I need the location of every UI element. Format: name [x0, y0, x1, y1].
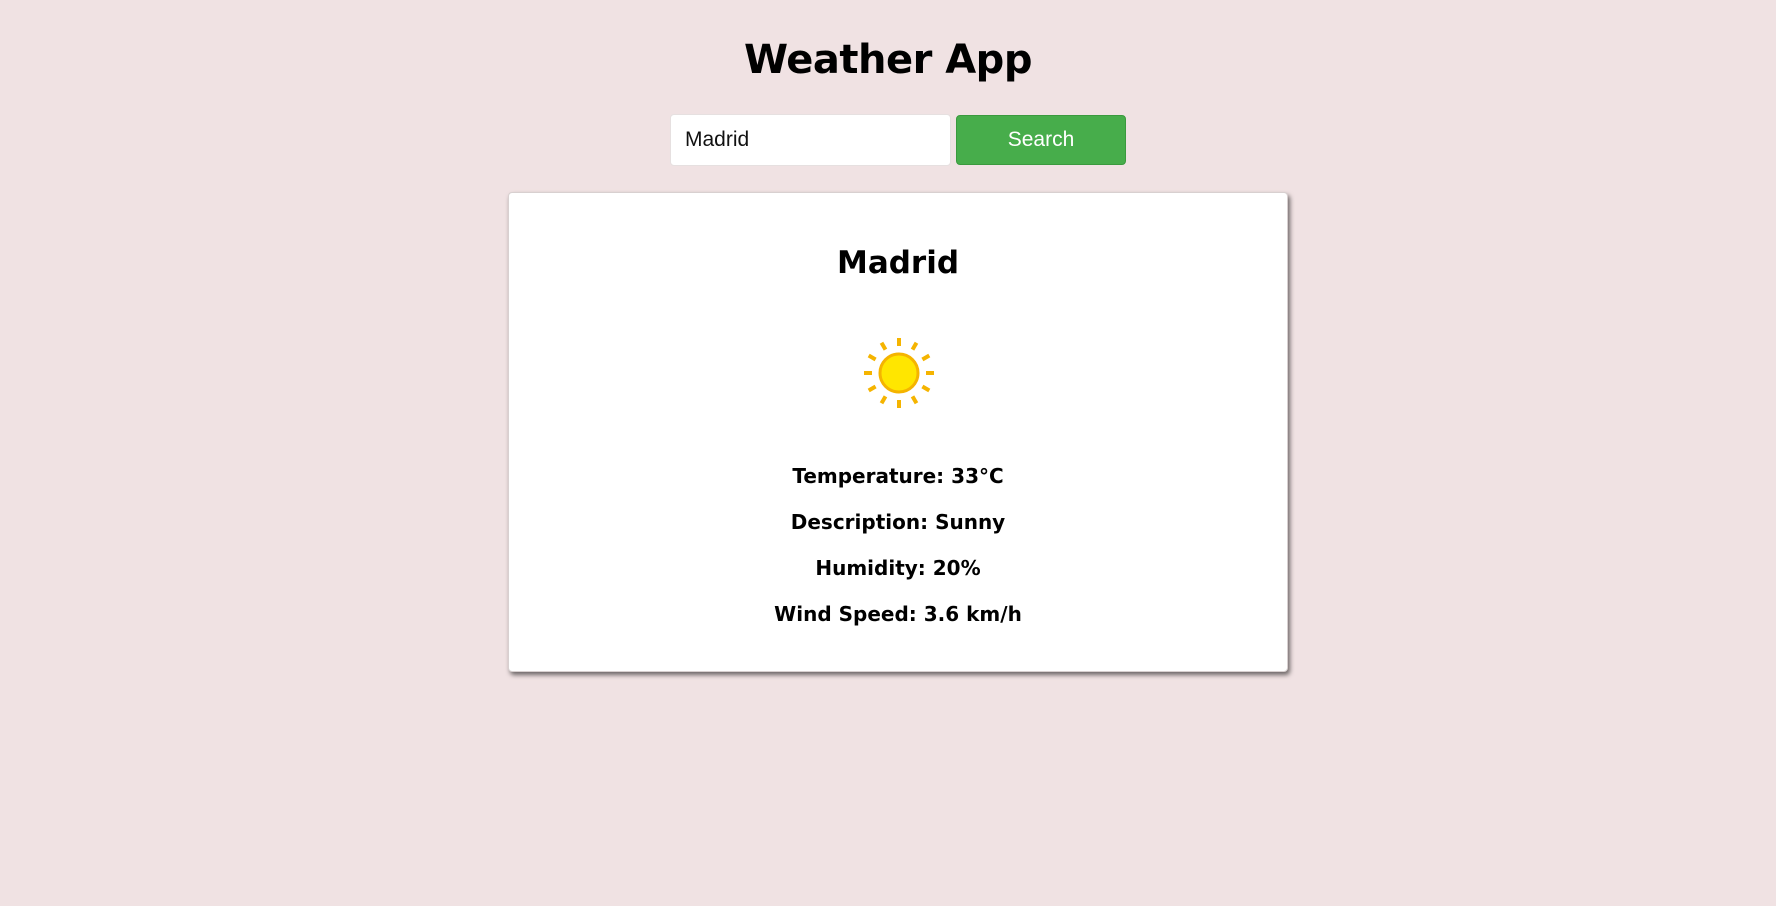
sun-core	[878, 352, 920, 394]
sun-icon	[864, 338, 934, 408]
weather-card: Madrid Temperature: 33°C Description: Su…	[508, 192, 1288, 672]
search-bar: Search	[670, 114, 1126, 166]
city-name: Madrid	[836, 245, 960, 281]
description-text: Description: Sunny	[790, 510, 1006, 534]
temperature-text: Temperature: 33°C	[792, 464, 1004, 488]
search-button[interactable]: Search	[956, 115, 1126, 165]
app-title: Weather App	[744, 37, 1032, 83]
humidity-text: Humidity: 20%	[815, 556, 981, 580]
city-search-input[interactable]	[670, 114, 951, 166]
wind-speed-text: Wind Speed: 3.6 km/h	[774, 602, 1022, 626]
weather-details: Temperature: 33°C Description: Sunny Hum…	[509, 463, 1287, 647]
